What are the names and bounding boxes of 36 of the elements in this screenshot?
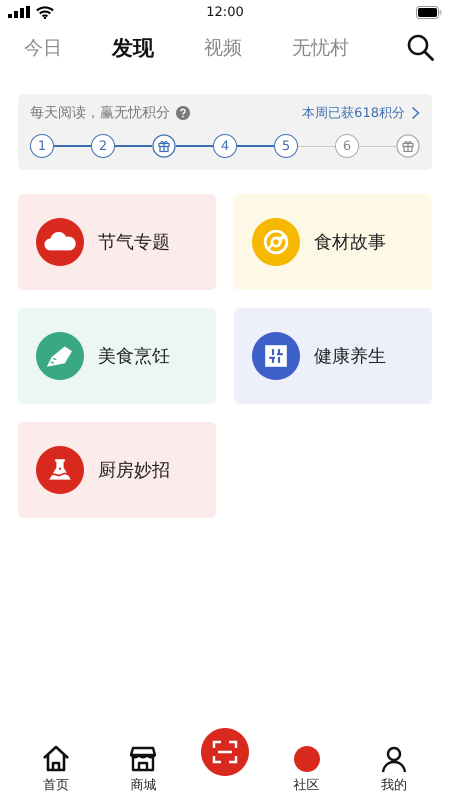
step-number: 5 [274, 134, 298, 158]
category-label: 健康养生 [314, 345, 386, 368]
scan-icon [212, 740, 238, 764]
category-tile[interactable]: 美食烹饪 [18, 308, 216, 404]
nav-item[interactable]: 社区 [276, 744, 337, 794]
step-number: 6 [335, 134, 359, 158]
tab[interactable]: 今日 [18, 31, 68, 65]
nav-item[interactable]: 我的 [364, 744, 424, 794]
help-icon [176, 106, 190, 120]
category-label: 食材故事 [314, 231, 386, 254]
category-label: 厨房妙招 [98, 459, 170, 482]
home-icon [40, 744, 71, 774]
category-tile[interactable]: 健康养生 [234, 308, 432, 404]
battery-icon [416, 6, 442, 18]
search-icon[interactable] [406, 33, 436, 63]
nav-item[interactable]: 商城 [113, 744, 174, 794]
step-number: 4 [213, 134, 237, 158]
category-tile[interactable]: 食材故事 [234, 194, 432, 290]
card-title: 每天阅读，赢无忧积分 [30, 104, 170, 122]
category-label: 节气专题 [98, 231, 170, 254]
tab[interactable]: 发现 [106, 30, 160, 66]
step-number: 2 [91, 134, 115, 158]
step-number: 1 [30, 134, 54, 158]
tab[interactable]: 无忧村 [286, 31, 355, 65]
signal-icon [8, 6, 30, 18]
chevron-right-icon [411, 106, 420, 120]
points-link[interactable]: 本周已获618积分 [302, 104, 405, 122]
scan-button[interactable] [200, 728, 249, 776]
tab[interactable]: 视频 [198, 31, 248, 65]
category-tile[interactable]: 节气专题 [18, 194, 216, 290]
clock-time: 12:00 [206, 4, 244, 20]
category-label: 美食烹饪 [98, 345, 170, 368]
category-tile[interactable]: 厨房妙招 [18, 422, 216, 518]
nav-item[interactable]: 首页 [26, 744, 86, 794]
wifi-icon [36, 6, 54, 18]
store-icon [128, 744, 158, 774]
